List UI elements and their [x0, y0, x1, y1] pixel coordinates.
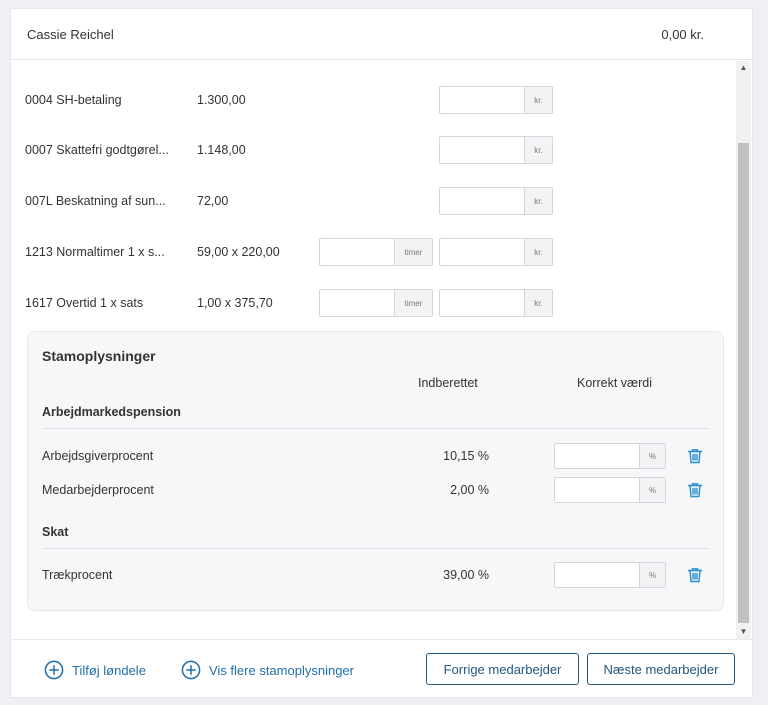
stam-row: Medarbejderprocent 2,00 % % [28, 477, 725, 503]
percent-field[interactable] [555, 563, 639, 587]
hours-input[interactable]: timer [319, 289, 433, 317]
scrollbar-thumb[interactable] [738, 143, 749, 623]
stam-row-value: 10,15 % [443, 449, 489, 463]
kr-unit: kr. [524, 87, 552, 113]
hours-field[interactable] [320, 239, 396, 265]
amount-field[interactable] [440, 188, 526, 214]
next-employee-button[interactable]: Næste medarbejder [587, 653, 735, 685]
hours-field[interactable] [320, 290, 396, 316]
kr-unit: kr. [524, 137, 552, 163]
show-more-stam-label: Vis flere stamoplysninger [209, 662, 354, 678]
footer: Tilføj løndele Vis flere stamoplysninger… [11, 639, 752, 697]
amount-input[interactable]: kr. [439, 289, 553, 317]
stam-row: Trækprocent 39,00 % % [28, 562, 725, 588]
pct-unit: % [639, 563, 665, 587]
amount-field[interactable] [440, 290, 526, 316]
add-wage-item-label: Tilføj løndele [72, 662, 146, 678]
amount-input[interactable]: kr. [439, 136, 553, 164]
hours-input[interactable]: timer [319, 238, 433, 266]
scroll-area[interactable]: 0004 SH-betaling 1.300,00 kr. 0007 Skatt… [11, 61, 752, 639]
section-title: Skat [42, 525, 69, 539]
stam-row-value: 39,00 % [443, 568, 489, 582]
wage-row: 1213 Normaltimer 1 x s... 59,00 x 220,00… [11, 238, 731, 266]
amount-field[interactable] [440, 137, 526, 163]
divider [42, 428, 710, 429]
scroll-up-icon[interactable]: ▲ [736, 61, 751, 75]
wage-row: 0007 Skattefri godtgørel... 1.148,00 kr. [11, 136, 731, 164]
amount-field[interactable] [440, 87, 526, 113]
wage-row-label: 007L Beskatning af sun... [25, 194, 166, 208]
kr-unit: kr. [524, 188, 552, 214]
stam-row: Arbejdsgiverprocent 10,15 % % [28, 443, 725, 469]
timer-unit: timer [394, 290, 432, 316]
stam-row-label: Arbejdsgiverprocent [42, 449, 154, 463]
kr-unit: kr. [524, 239, 552, 265]
trash-icon[interactable] [686, 566, 704, 584]
vertical-scrollbar[interactable]: ▲ ▼ [736, 61, 751, 639]
percent-field[interactable] [555, 478, 639, 502]
wage-row-label: 0007 Skattefri godtgørel... [25, 143, 169, 157]
stam-title: Stamoplysninger [42, 348, 156, 364]
add-wage-item-link[interactable]: Tilføj løndele [44, 660, 146, 680]
prev-employee-button[interactable]: Forrige medarbejder [426, 653, 579, 685]
employee-header: Cassie Reichel 0,00 kr. [11, 9, 752, 60]
percent-input[interactable]: % [554, 562, 666, 588]
amount-input[interactable]: kr. [439, 238, 553, 266]
timer-unit: timer [394, 239, 432, 265]
trash-icon[interactable] [686, 481, 704, 499]
pct-unit: % [639, 444, 665, 468]
wage-row: 1617 Overtid 1 x sats 1,00 x 375,70 time… [11, 289, 731, 317]
col-correct: Korrekt værdi [577, 376, 653, 390]
wage-row-value: 1.148,00 [197, 143, 246, 157]
payroll-panel: Cassie Reichel 0,00 kr. 0004 SH-betaling… [10, 8, 753, 698]
amount-input[interactable]: kr. [439, 86, 553, 114]
scroll-down-icon[interactable]: ▼ [736, 625, 751, 639]
wage-row-label: 0004 SH-betaling [25, 93, 122, 107]
divider [42, 548, 710, 549]
plus-circle-icon [44, 660, 64, 680]
wage-row: 0004 SH-betaling 1.300,00 kr. [11, 86, 731, 114]
show-more-stam-link[interactable]: Vis flere stamoplysninger [181, 660, 354, 680]
wage-row: 007L Beskatning af sun... 72,00 kr. [11, 187, 731, 215]
stamoplysninger-card: Stamoplysninger Indberettet Korrekt værd… [27, 331, 724, 611]
pct-unit: % [639, 478, 665, 502]
wage-row-value: 59,00 x 220,00 [197, 245, 280, 259]
trash-icon[interactable] [686, 447, 704, 465]
plus-circle-icon [181, 660, 201, 680]
percent-field[interactable] [555, 444, 639, 468]
percent-input[interactable]: % [554, 477, 666, 503]
wage-row-label: 1213 Normaltimer 1 x s... [25, 245, 165, 259]
employee-name: Cassie Reichel [27, 27, 114, 42]
employee-total: 0,00 kr. [661, 27, 704, 42]
wage-row-value: 72,00 [197, 194, 229, 208]
amount-input[interactable]: kr. [439, 187, 553, 215]
amount-field[interactable] [440, 239, 526, 265]
section-title: Arbejdmarkedspension [42, 405, 181, 419]
wage-row-value: 1.300,00 [197, 93, 246, 107]
wage-row-label: 1617 Overtid 1 x sats [25, 296, 144, 310]
stam-row-value: 2,00 % [450, 483, 489, 497]
stam-row-label: Trækprocent [42, 568, 113, 582]
kr-unit: kr. [524, 290, 552, 316]
stam-row-label: Medarbejderprocent [42, 483, 154, 497]
percent-input[interactable]: % [554, 443, 666, 469]
wage-row-value: 1,00 x 375,70 [197, 296, 273, 310]
col-reported: Indberettet [418, 376, 478, 390]
